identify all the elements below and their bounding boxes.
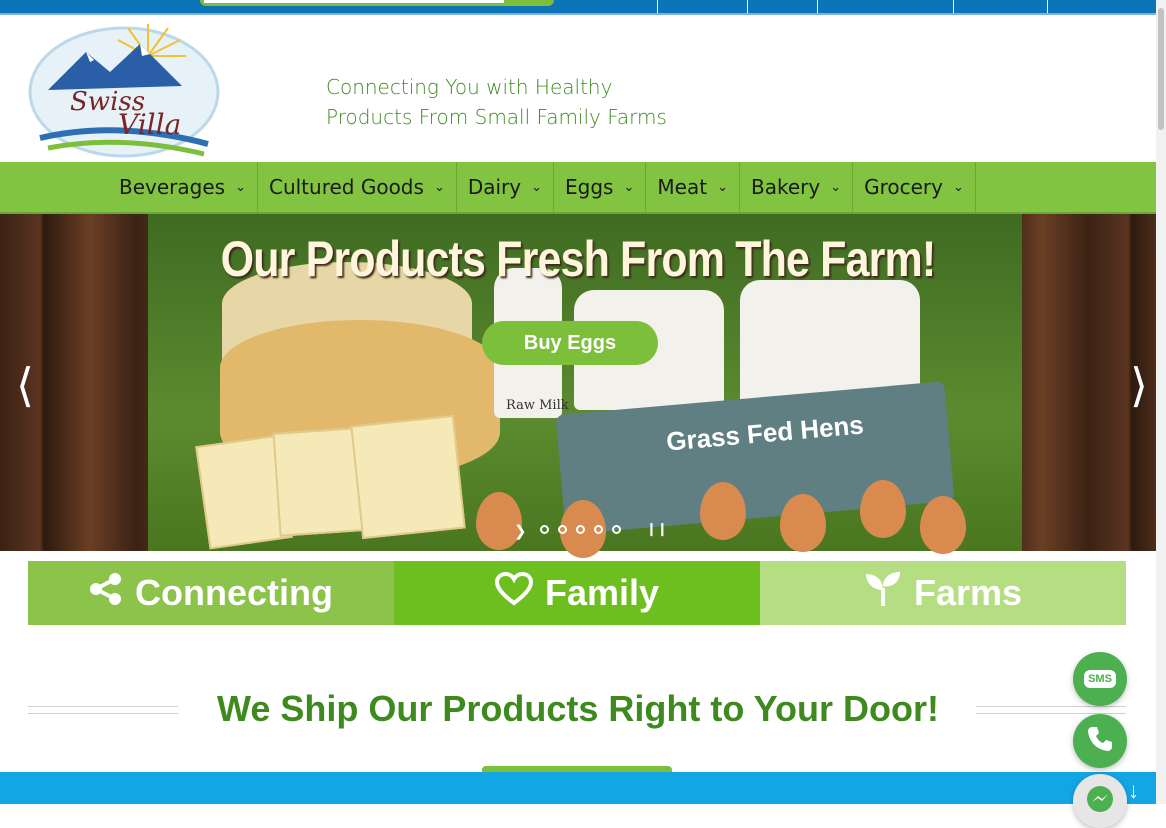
seedling-icon: [864, 571, 902, 615]
slider-play-icon[interactable]: ❯: [514, 522, 527, 540]
chevron-down-icon: ⌄: [235, 179, 246, 195]
feature-family[interactable]: Family: [394, 561, 760, 625]
chevron-down-icon: ⌄: [623, 179, 635, 195]
nav-label: Beverages: [119, 175, 226, 199]
heading-divider-right: [976, 706, 1126, 714]
feature-farms[interactable]: Farms: [760, 561, 1126, 625]
slider-dot[interactable]: [594, 525, 603, 534]
top-bar: [0, 0, 1156, 15]
feature-connecting[interactable]: Connecting: [28, 561, 394, 625]
nav-item-grocery[interactable]: Grocery ⌄: [853, 162, 976, 212]
top-search-input[interactable]: [204, 0, 504, 3]
footer-strip: [0, 772, 1156, 804]
egg-image: [700, 482, 746, 540]
slider-prev-arrow-icon[interactable]: ⟨: [16, 358, 34, 412]
feature-label: Family: [544, 572, 660, 613]
chevron-down-icon: ⌄: [531, 179, 543, 195]
main-navigation: Beverages ⌄ Cultured Goods ⌄ Dairy ⌄ Egg…: [0, 162, 1156, 214]
site-tagline: Connecting You with Healthy Products Fro…: [326, 72, 667, 132]
nav-item-cultured-goods[interactable]: Cultured Goods ⌄: [258, 162, 457, 212]
hero-title: Our Products Fresh From The Farm!: [220, 231, 937, 287]
chevron-down-icon: ⌄: [830, 179, 842, 195]
nav-label: Grocery: [864, 175, 943, 199]
top-link-5[interactable]: [1047, 0, 1157, 13]
phone-button[interactable]: [1073, 714, 1127, 768]
nav-label: Bakery: [750, 175, 821, 199]
scroll-down-arrow-icon[interactable]: ↓: [1128, 778, 1139, 804]
page-scrollbar[interactable]: [1156, 0, 1166, 804]
feature-label: Connecting: [135, 572, 333, 613]
cheese-block-image: [350, 414, 466, 540]
slider-dot[interactable]: [612, 525, 621, 534]
nav-item-bakery[interactable]: Bakery ⌄: [740, 162, 854, 212]
nav-item-dairy[interactable]: Dairy ⌄: [457, 162, 555, 212]
egg-image: [476, 492, 522, 550]
svg-text:Villa: Villa: [118, 108, 181, 141]
nav-label: Meat: [657, 175, 708, 199]
nav-label: Eggs: [565, 175, 614, 199]
slider-pause-icon[interactable]: ❙❙: [646, 521, 668, 537]
slider-dot[interactable]: [576, 525, 585, 534]
site-logo[interactable]: Swiss Villa: [28, 16, 228, 160]
top-link-1[interactable]: [657, 0, 748, 13]
buy-eggs-button[interactable]: Buy Eggs: [482, 321, 658, 365]
nav-label: Dairy: [467, 175, 522, 199]
feature-bar: Connecting Family Farms: [28, 561, 1126, 625]
sms-button[interactable]: SMS: [1073, 652, 1127, 706]
tagline-line-2: Products From Small Family Farms: [326, 105, 667, 129]
top-link-4[interactable]: [953, 0, 1048, 13]
heart-icon: [494, 571, 533, 615]
nav-label: Cultured Goods: [268, 175, 424, 199]
feature-label: Farms: [913, 572, 1023, 613]
cheese-block-image: [272, 427, 364, 537]
phone-icon: [1086, 725, 1114, 758]
chevron-down-icon: ⌄: [952, 179, 964, 195]
milk-label: Raw Milk: [506, 398, 569, 413]
scrollbar-thumb[interactable]: [1158, 8, 1164, 130]
tagline-line-1: Connecting You with Healthy: [326, 75, 613, 99]
nav-item-meat[interactable]: Meat ⌄: [646, 162, 740, 212]
top-link-2[interactable]: [747, 0, 818, 13]
slider-dot[interactable]: [540, 525, 549, 534]
slider-next-arrow-icon[interactable]: ⟩: [1130, 358, 1148, 412]
chevron-down-icon: ⌄: [717, 179, 728, 195]
nav-item-eggs[interactable]: Eggs ⌄: [554, 162, 647, 212]
egg-image: [860, 480, 906, 538]
share-icon: [89, 572, 123, 615]
chevron-down-icon: ⌄: [433, 179, 445, 195]
slider-dot[interactable]: [558, 525, 567, 534]
slider-dots: [540, 525, 630, 534]
logo-graphic: Swiss Villa: [28, 24, 220, 158]
sms-icon: SMS: [1084, 670, 1116, 688]
messenger-icon: [1085, 784, 1115, 819]
nav-item-beverages[interactable]: Beverages ⌄: [108, 162, 258, 212]
egg-image: [780, 494, 826, 552]
top-link-3[interactable]: [817, 0, 954, 13]
top-search-bar[interactable]: [200, 0, 554, 6]
messenger-button[interactable]: [1073, 774, 1127, 828]
egg-image: [920, 496, 966, 554]
